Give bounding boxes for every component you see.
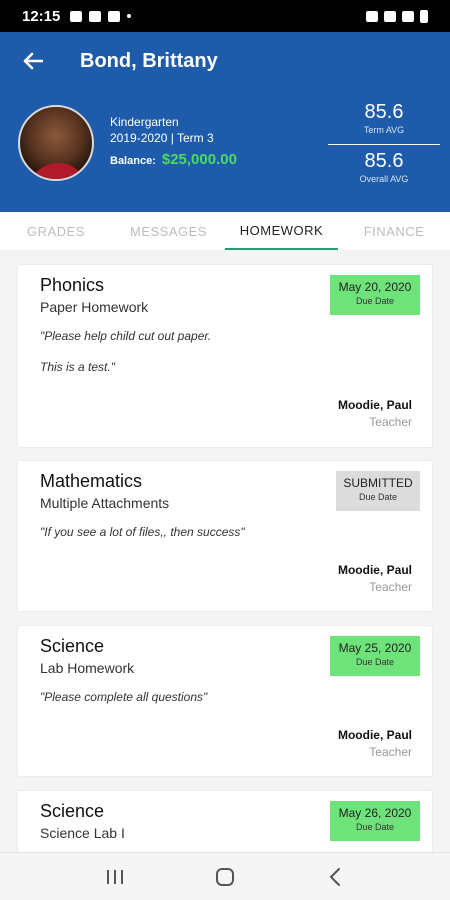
homework-card[interactable]: Mathematics Multiple Attachments "If you…	[17, 460, 433, 612]
home-icon	[216, 867, 234, 886]
avatar-shirt	[28, 163, 88, 179]
due-date-label: Due Date	[355, 657, 395, 667]
overall-avg-value: 85.6	[364, 150, 404, 172]
homework-list: Phonics Paper Homework "Please help chil…	[0, 250, 450, 852]
submitted-badge: SUBMITTED Due Date	[336, 471, 420, 511]
teacher-name: Moodie, Paul	[337, 563, 412, 577]
homework-type: Paper Homework	[40, 299, 149, 315]
homework-type: Multiple Attachments	[40, 495, 170, 511]
student-header: Bond, Brittany Kindergarten 2019-2020 | …	[0, 32, 450, 212]
homework-subject: Mathematics	[40, 471, 143, 491]
alert-icon	[89, 10, 102, 22]
homework-card[interactable]: Science Lab Homework "Please complete al…	[17, 625, 433, 777]
average-summary: 85.6 Term AVG 85.6 Overall AVG	[328, 100, 440, 185]
signal-icon	[402, 10, 414, 22]
due-date-label: Due Date	[358, 492, 398, 502]
due-date-label: Due Date	[355, 296, 395, 306]
due-date: SUBMITTED	[343, 476, 413, 490]
homework-note: "Please complete all questions"	[40, 690, 208, 704]
wifi-icon	[384, 10, 396, 22]
balance-value: $25,000.00	[161, 151, 237, 168]
battery-icon	[420, 9, 428, 23]
homework-type: Lab Homework	[40, 660, 135, 676]
tab-bar: GRADES MESSAGES HOMEWORK FINANCE	[0, 212, 450, 250]
teacher-name: Moodie, Paul	[337, 398, 412, 412]
recent-apps-button[interactable]	[95, 857, 135, 897]
due-date: May 20, 2020	[338, 280, 412, 294]
homework-note: "Please help child cut out paper.	[40, 329, 212, 343]
student-grade: Kindergarten	[110, 115, 179, 129]
teacher-role: Teacher	[369, 415, 412, 429]
home-button[interactable]	[205, 857, 245, 897]
homework-subject: Science	[40, 636, 105, 656]
avatar	[18, 105, 94, 181]
term-avg-value: 85.6	[364, 101, 404, 123]
overall-avg-label: Overall AVG	[359, 174, 409, 184]
balance-label: Balance:	[110, 155, 156, 167]
homework-subject: Science	[40, 801, 105, 821]
student-term: 2019-2020 | Term 3	[110, 131, 214, 145]
back-button[interactable]	[20, 48, 46, 74]
status-notification-icons	[70, 10, 132, 22]
tab-homework[interactable]: HOMEWORK	[225, 212, 338, 250]
balance-row: Balance: $25,000.00	[110, 152, 237, 169]
tab-messages[interactable]: MESSAGES	[112, 212, 225, 250]
teacher-role: Teacher	[369, 745, 412, 759]
bluetooth-icon	[366, 10, 378, 22]
dot-icon	[127, 14, 132, 18]
homework-note: "If you see a lot of files,, then succes…	[40, 525, 245, 539]
due-date: May 26, 2020	[338, 806, 412, 820]
homework-card[interactable]: Phonics Paper Homework "Please help chil…	[17, 264, 433, 448]
homework-subject: Phonics	[40, 275, 105, 295]
recent-apps-icon	[107, 869, 123, 884]
due-date: May 25, 2020	[338, 641, 412, 655]
student-info: Kindergarten 2019-2020 | Term 3 Balance:…	[110, 114, 237, 169]
tab-grades[interactable]: GRADES	[0, 212, 112, 250]
avg-divider	[328, 144, 440, 145]
term-avg-label: Term AVG	[363, 125, 405, 135]
arrow-left-icon	[23, 52, 43, 70]
due-date-label: Due Date	[355, 822, 395, 832]
back-icon	[330, 867, 340, 886]
due-date-badge: May 26, 2020 Due Date	[330, 801, 420, 841]
status-bar: 12:15	[0, 0, 450, 32]
status-system-icons	[366, 9, 428, 23]
teacher-role: Teacher	[369, 580, 412, 594]
homework-type: Science Lab I	[40, 825, 125, 841]
image-icon	[70, 10, 83, 22]
homework-note: This is a test."	[40, 360, 115, 374]
status-time: 12:15	[22, 7, 61, 25]
due-date-badge: May 25, 2020 Due Date	[330, 636, 420, 676]
teacher-name: Moodie, Paul	[337, 728, 412, 742]
mail-icon	[108, 10, 121, 22]
due-date-badge: May 20, 2020 Due Date	[330, 275, 420, 315]
tab-finance[interactable]: FINANCE	[338, 212, 450, 250]
homework-card[interactable]: Science Science Lab I May 26, 2020 Due D…	[17, 790, 433, 852]
system-back-button[interactable]	[315, 857, 355, 897]
system-nav-bar	[0, 852, 450, 900]
page-title: Bond, Brittany	[80, 50, 218, 72]
